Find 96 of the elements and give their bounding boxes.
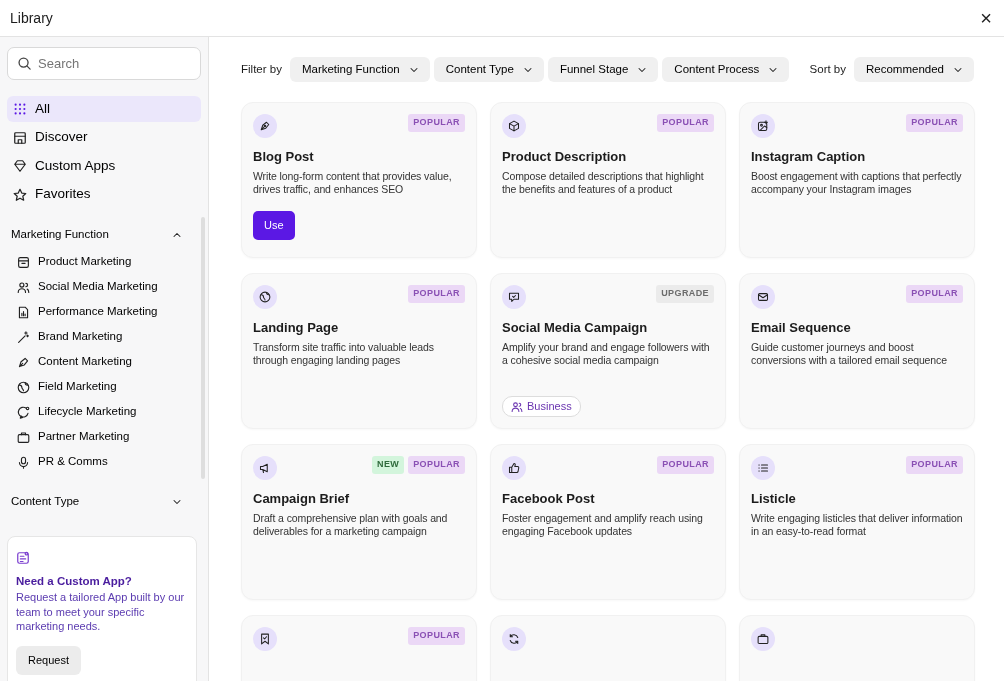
card-title: Landing Page (253, 319, 340, 337)
sidebar-item[interactable]: PR & Comms (7, 449, 201, 475)
microphone-icon (17, 455, 30, 469)
card-title: Email Sequence (751, 319, 852, 337)
sidebar-item[interactable]: Performance Marketing (7, 299, 201, 325)
plan-tag: Business (502, 396, 581, 417)
popular-tag: POPULAR (408, 285, 465, 303)
app-card[interactable]: POPULAR Product Description Compose detailed descriptions that highlight the benefits and features of a product (490, 102, 726, 258)
card-description: Amplify your brand and engage followers with a cohesive social media campaign (502, 340, 711, 369)
new-tag: NEW (372, 456, 405, 474)
popular-tag: POPULAR (657, 114, 714, 132)
sidebar-item[interactable]: Lifecycle Marketing (7, 399, 201, 425)
upgrade-tag: UPGRADE (656, 285, 714, 303)
close-button[interactable]: × (978, 8, 994, 28)
app-card[interactable]: POPULAR Listicle Write engaging listicles that deliver information in an easy-to-read format (739, 444, 975, 600)
filter-dropdown[interactable]: Funnel Stage (547, 57, 659, 82)
popular-tag: POPULAR (408, 456, 465, 474)
sidebar-item[interactable]: Favorites (7, 181, 201, 208)
promo-title: Need a Custom App? (16, 573, 133, 589)
chat-icon (17, 405, 30, 419)
app-card[interactable]: POPULAR Landing Page Transform site traffic into valuable leads through engaging landing pages (241, 273, 477, 429)
sidebar-item[interactable]: Brand Marketing (7, 324, 201, 350)
popular-tag: POPULAR (657, 456, 714, 474)
promo-text: Request a tailored App built by our team to meet your specific marketing needs. (16, 589, 186, 635)
card-title: Campaign Brief (253, 490, 351, 508)
filter-dropdown[interactable]: Content Process (662, 57, 790, 82)
app-card[interactable]: POPULAR Facebook Post Foster engagement and amplify reach using engaging Facebook updates (490, 444, 726, 600)
card-title: Facebook Post (502, 490, 596, 508)
card-description: Write engaging listicles that deliver information in an easy-to-read format (751, 511, 963, 540)
filter-label: Filter by (241, 61, 282, 77)
popular-tag: POPULAR (906, 456, 963, 474)
diamond-icon (13, 159, 27, 173)
sidebar-item[interactable]: Partner Marketing (7, 424, 201, 450)
sidebar-item[interactable]: All (7, 96, 201, 122)
popular-tag: POPULAR (906, 114, 963, 132)
grid-icon (13, 102, 27, 116)
refresh-icon (508, 633, 520, 645)
bookmark-icon (259, 633, 271, 645)
globe-icon (17, 380, 30, 394)
sidebar-item[interactable]: Content Marketing (7, 349, 201, 375)
briefcase-icon (17, 430, 30, 444)
megaphone-icon (259, 462, 271, 474)
card-title: Social Media Campaign (502, 319, 649, 337)
report-icon (17, 305, 30, 319)
sidebar-item[interactable]: Custom Apps (7, 153, 201, 179)
pen-icon (259, 120, 271, 132)
sidebar-item[interactable]: Field Marketing (7, 374, 201, 400)
card-description: Draft a comprehensive plan with goals and deliverables for a marketing campaign (253, 511, 449, 540)
filter-dropdown[interactable]: Marketing Function (289, 57, 430, 82)
card-description: Transform site traffic into valuable leads through engaging landing pages (253, 340, 435, 369)
card-description: Write long-form content that provides value, drives traffic, and enhances SEO (253, 169, 453, 198)
card-title: Blog Post (253, 148, 315, 166)
store-icon (13, 130, 27, 145)
list-icon (757, 462, 769, 474)
request-icon (16, 550, 30, 565)
sidebar-item[interactable]: Social Media Marketing (7, 274, 201, 300)
filter-dropdown[interactable]: Content Type (433, 57, 544, 82)
search-field[interactable]: Search (7, 47, 201, 80)
card-title: Listicle (751, 490, 797, 508)
image-icon (757, 120, 769, 132)
card-description: Foster engagement and amplify reach using engaging Facebook updates (502, 511, 704, 540)
globe-icon (259, 291, 271, 303)
app-card[interactable]: UPGRADE Social Media Campaign Amplify your brand and engage followers with a cohesive social media campaign Business (490, 273, 726, 429)
request-button[interactable]: Request (16, 646, 81, 675)
card-description: Guide customer journeys and boost conversions with a tailored email sequence (751, 340, 948, 369)
popular-tag: POPULAR (408, 114, 465, 132)
chat-icon (508, 291, 520, 303)
app-card[interactable]: POPULAR Email Sequence Guide customer journeys and boost conversions with a tailored email sequence (739, 273, 975, 429)
app-card[interactable]: POPULAR Instagram Caption Boost engagement with captions that perfectly accompany your Instagram images (739, 102, 975, 258)
app-card[interactable]: POPULAR (241, 615, 477, 681)
pen-icon (17, 355, 30, 369)
app-card[interactable]: POPULAR Blog Post Write long-form content that provides value, drives traffic, and enhances SEO Use (241, 102, 477, 258)
card-description: Boost engagement with captions that perfectly accompany your Instagram images (751, 169, 963, 198)
card-description: Compose detailed descriptions that highlight the benefits and features of a product (502, 169, 705, 198)
thumbs-up-icon (508, 462, 520, 474)
sort-dropdown[interactable]: Recommended (854, 57, 974, 82)
popular-tag: POPULAR (408, 627, 465, 645)
use-button[interactable]: Use (253, 211, 295, 240)
archive-icon (17, 255, 30, 269)
star-icon (13, 187, 27, 202)
wand-icon (17, 330, 30, 344)
users-icon (511, 400, 523, 413)
briefcase-icon (757, 633, 769, 645)
envelope-icon (757, 291, 769, 303)
popular-tag: POPULAR (906, 285, 963, 303)
card-title: Instagram Caption (751, 148, 867, 166)
sidebar-item[interactable]: Discover (7, 124, 201, 151)
sort-label: Sort by (809, 61, 846, 77)
sidebar-item[interactable]: Product Marketing (7, 249, 201, 275)
card-title: Product Description (502, 148, 628, 166)
users-icon (17, 280, 30, 294)
cube-icon (508, 120, 520, 132)
app-card[interactable]: NEW POPULAR Campaign Brief Draft a comprehensive plan with goals and deliverables for a marketing campaign (241, 444, 477, 600)
section-header[interactable]: Marketing Function (7, 223, 187, 246)
window-title: Library (10, 8, 53, 28)
section-header[interactable]: Content Type (7, 490, 187, 513)
